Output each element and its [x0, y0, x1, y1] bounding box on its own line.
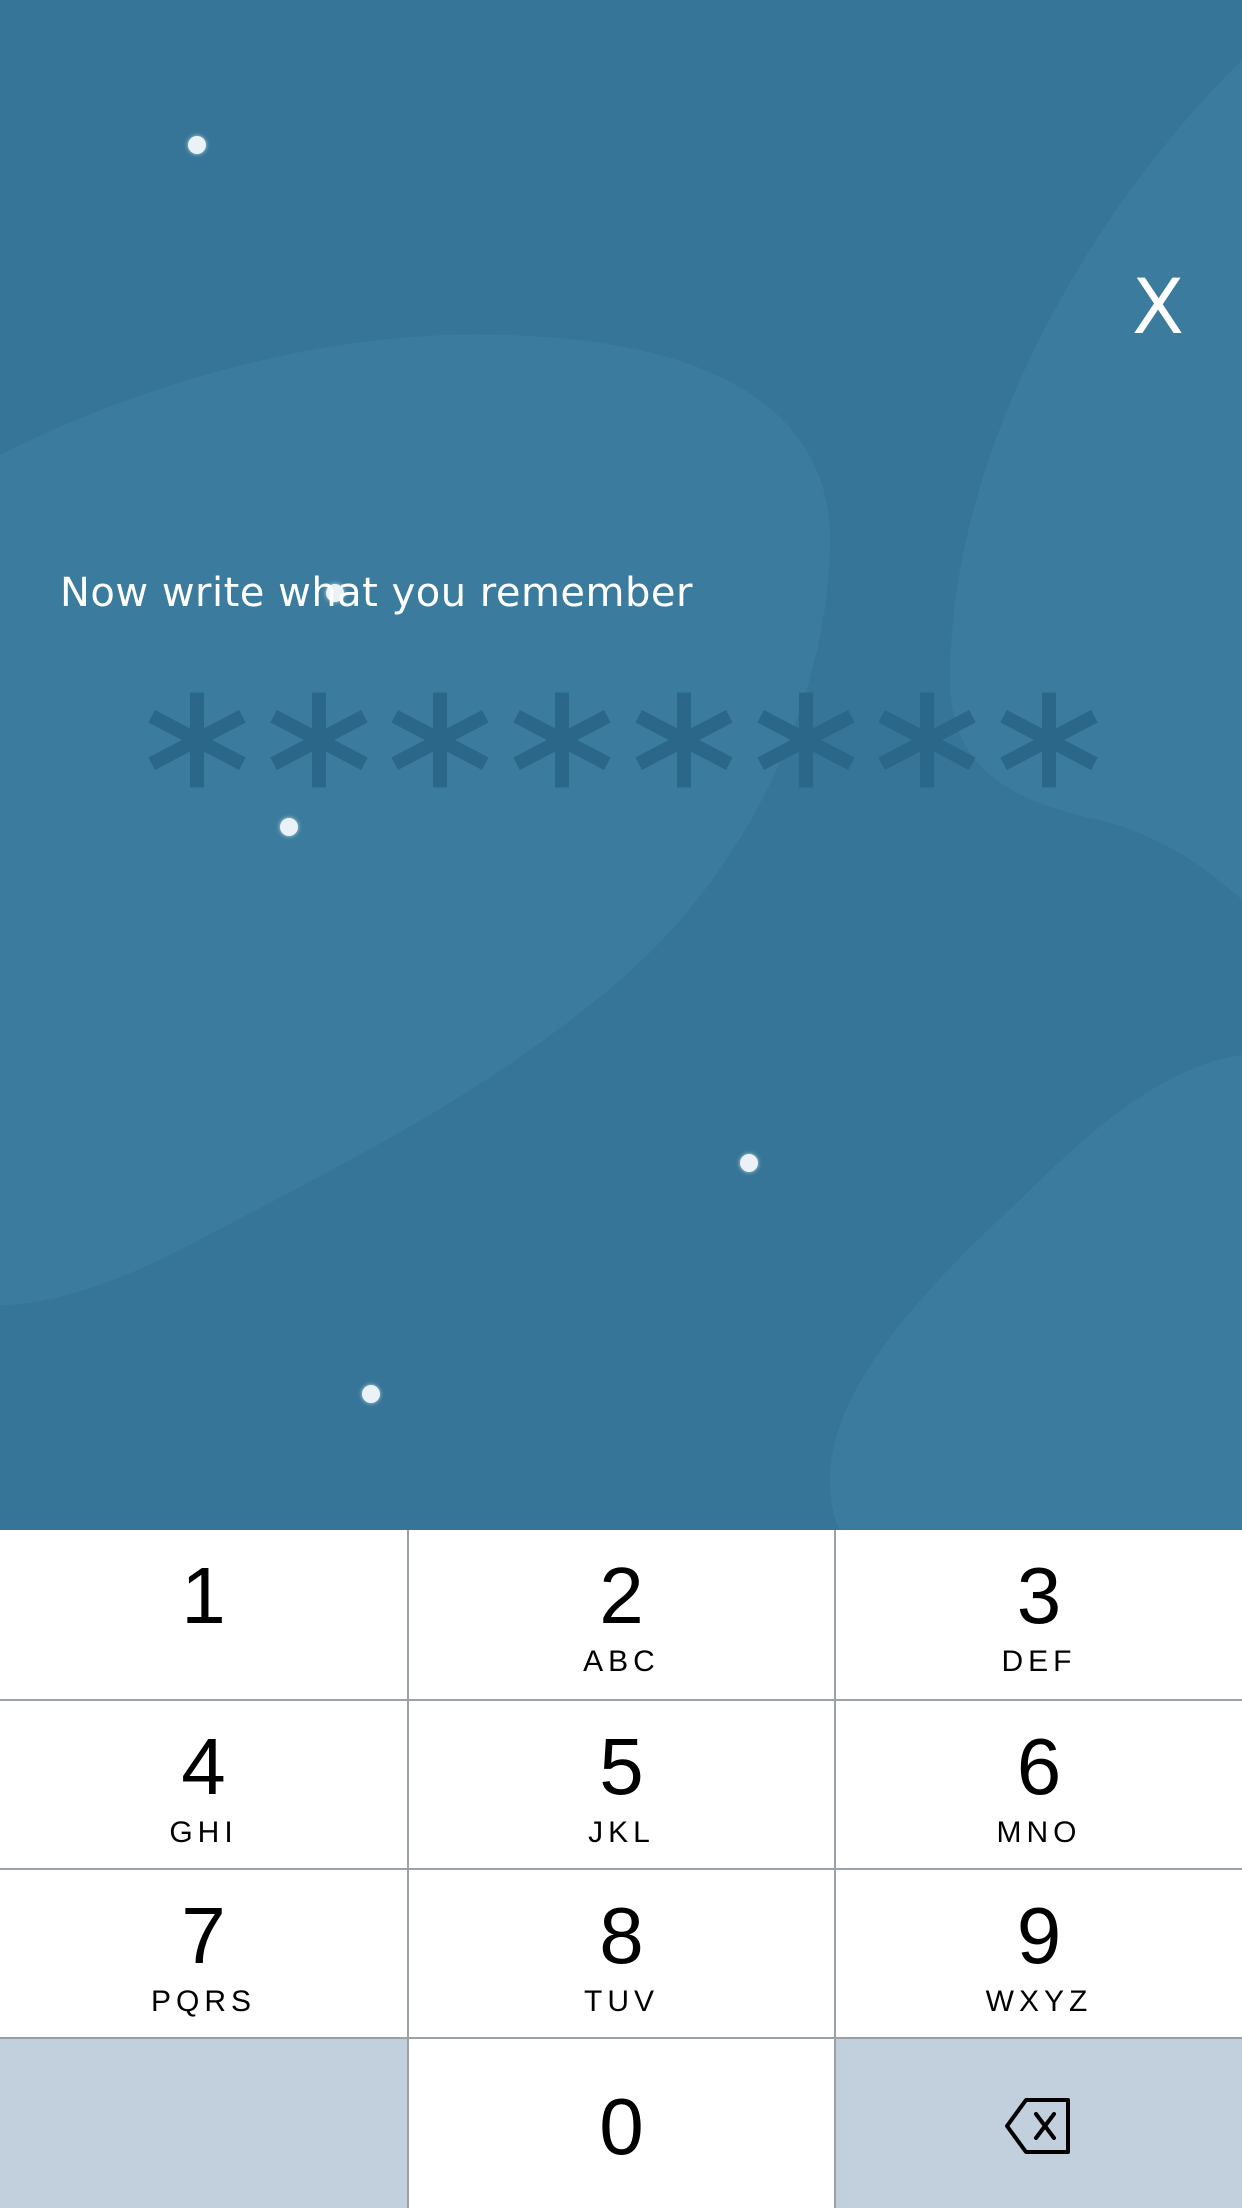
floating-dot: [362, 1385, 380, 1403]
key-letters: ABC: [583, 1645, 660, 1678]
key-digit: 7: [181, 1891, 226, 1980]
key-7[interactable]: 7 PQRS: [0, 1870, 407, 2038]
key-letters: DEF: [1001, 1645, 1077, 1678]
key-6[interactable]: 6 MNO: [836, 1701, 1242, 1869]
key-digit: 5: [599, 1722, 644, 1811]
prompt-text: Now write what you remember: [60, 570, 693, 616]
key-letters: MNO: [996, 1816, 1082, 1849]
backspace-icon[interactable]: [1004, 2094, 1074, 2158]
key-letters: JKL: [588, 1816, 655, 1849]
key-0[interactable]: 0: [409, 2039, 834, 2208]
masked-digit-asterisk: [148, 692, 246, 788]
close-button[interactable]: X: [1125, 262, 1191, 352]
masked-digit-asterisk: [1000, 692, 1098, 788]
key-digit: 4: [181, 1722, 226, 1811]
key-8[interactable]: 8 TUV: [409, 1870, 834, 2038]
keypad-divider: [834, 1530, 836, 2208]
key-digit: 6: [1016, 1722, 1062, 1811]
keypad-divider: [0, 1868, 1242, 1870]
key-letters: GHI: [169, 1816, 238, 1849]
memory-screen: X Now write what you remember: [0, 0, 1242, 1530]
floating-dot: [740, 1154, 758, 1172]
masked-digit-asterisk: [270, 692, 368, 788]
key-9[interactable]: 9 WXYZ: [836, 1870, 1242, 2038]
masked-digit-asterisk: [635, 692, 733, 788]
key-letters: PQRS: [150, 1985, 257, 2018]
masked-digit-asterisk: [391, 692, 490, 788]
keypad-divider: [407, 1530, 409, 2208]
key-digit: 1: [181, 1551, 226, 1640]
key-digit: 2: [599, 1551, 644, 1640]
key-3[interactable]: 3 DEF: [836, 1530, 1242, 1700]
blank-key: [0, 2039, 407, 2208]
masked-digit-asterisk: [878, 692, 976, 788]
key-1[interactable]: 1: [0, 1530, 407, 1700]
key-digit: 3: [1016, 1551, 1062, 1640]
key-5[interactable]: 5 JKL: [409, 1701, 834, 1869]
key-2[interactable]: 2 ABC: [409, 1530, 834, 1700]
key-digit: 9: [1016, 1891, 1062, 1980]
masked-digit-asterisk: [513, 692, 611, 788]
masked-digit-asterisk: [756, 692, 855, 788]
keypad-divider: [0, 2037, 1242, 2039]
key-digit: 8: [599, 1891, 644, 1980]
key-4[interactable]: 4 GHI: [0, 1701, 407, 1869]
floating-dot: [188, 136, 206, 154]
key-letters: TUV: [584, 1985, 659, 2018]
keypad-divider: [0, 1699, 1242, 1701]
key-letters: WXYZ: [985, 1985, 1093, 2018]
masked-input[interactable]: [143, 680, 1103, 800]
key-digit: 0: [599, 2082, 644, 2171]
floating-dot: [280, 818, 298, 836]
